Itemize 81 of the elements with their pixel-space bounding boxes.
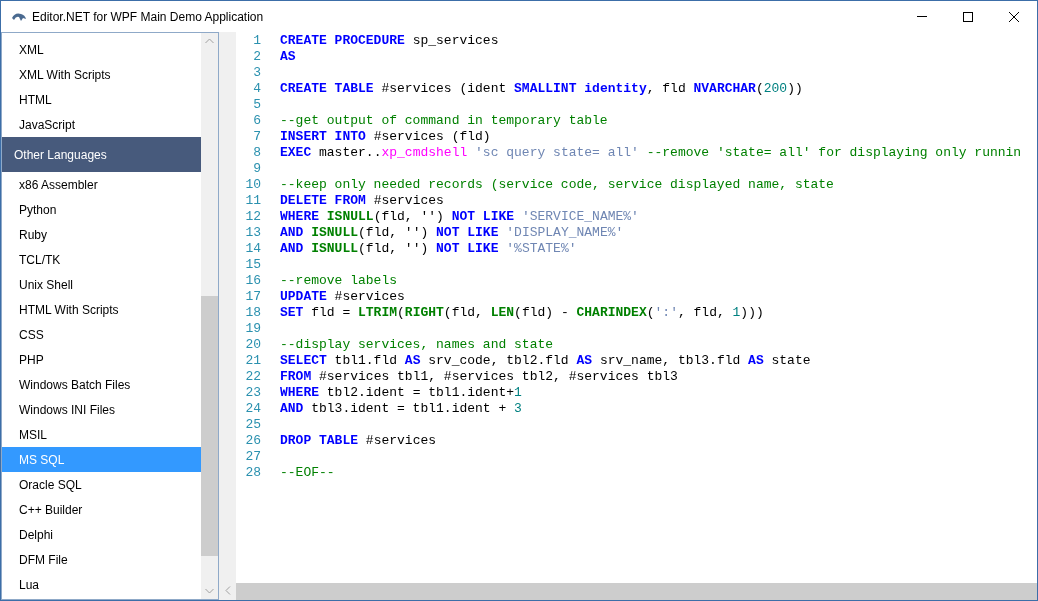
line-number: 27 [244,449,261,465]
code-line: CREATE TABLE #services (ident SMALLINT identity, fld NVARCHAR(200)) [280,81,803,97]
language-item[interactable]: HTML With Scripts [2,297,202,322]
line-number: 10 [244,177,261,193]
code-line: INSERT INTO #services (fld) [280,129,491,145]
line-number: 13 [244,225,261,241]
code-line: --remove labels [280,273,398,289]
line-number: 20 [244,337,261,353]
app-logo-icon [11,11,27,22]
line-number: 6 [252,113,261,129]
line-number: 9 [252,161,261,177]
code-line: SELECT tbl1.fld AS srv_code, tbl2.fld AS srv_name, tbl3.fld AS state [280,353,811,369]
line-number: 21 [244,353,261,369]
language-item[interactable]: C++ Builder [2,497,202,522]
line-number: 24 [244,401,261,417]
line-number: 15 [244,257,261,273]
line-number: 3 [252,65,261,81]
language-item[interactable]: XML [2,37,202,62]
language-item[interactable]: DFM File [2,547,202,572]
language-item[interactable]: XML With Scripts [2,62,202,87]
line-number: 19 [244,321,261,337]
line-number: 7 [252,129,261,145]
category-header[interactable]: Other Languages [2,137,202,172]
language-item[interactable]: Ruby [2,222,202,247]
code-line: --display services, names and state [280,337,554,353]
line-number: 28 [244,465,261,481]
code-line: WHERE tbl2.ident = tbl1.ident+1 [280,385,522,401]
scroll-up-icon [205,38,215,44]
code-line: FROM #services tbl1, #services tbl2, #services tbl3 [280,369,678,385]
code-line: --EOF-- [280,465,335,481]
language-item[interactable]: Windows Batch Files [2,372,202,397]
line-number: 5 [252,97,261,113]
language-item[interactable]: x86 Assembler [2,172,202,197]
language-item[interactable]: Windows INI Files [2,397,202,422]
horizontal-scrollbar[interactable] [236,583,1037,600]
line-number: 11 [244,193,261,209]
line-number: 25 [244,417,261,433]
line-number: 23 [244,385,261,401]
language-item[interactable]: PHP [2,347,202,372]
line-number: 1 [252,33,261,49]
scrollbar-thumb[interactable] [201,296,218,556]
line-number: 4 [252,81,261,97]
code-line: --get output of command in temporary table [280,113,608,129]
code-line: UPDATE #services [280,289,405,305]
language-item[interactable]: JavaScript [2,112,202,137]
line-number: 26 [244,433,261,449]
line-number: 18 [244,305,261,321]
minimize-icon [917,16,927,17]
code-line: EXEC master..xp_cmdshell 'sc query state= all' --remove 'state= all' for displaying only runnin [280,145,1022,161]
code-line: AND ISNULL(fld, '') NOT LIKE '%STATE%' [280,241,577,257]
line-number: 8 [252,145,261,161]
code-line: DELETE FROM #services [280,193,444,209]
code-line: DROP TABLE #services [280,433,437,449]
maximize-icon [963,11,973,22]
language-item[interactable]: CSS [2,322,202,347]
line-number: 22 [244,369,261,385]
line-number: 17 [244,289,261,305]
line-number: 16 [244,273,261,289]
code-line: --keep only needed records (service code, service displayed name, state [280,177,834,193]
window-title: Editor.NET for WPF Main Demo Application [32,8,264,26]
close-icon [1009,11,1019,22]
line-number: 2 [252,49,261,65]
scroll-down-icon [205,588,215,594]
language-item[interactable]: MSIL [2,422,202,447]
code-line: AND tbl3.ident = tbl1.ident + 3 [280,401,522,417]
language-item[interactable]: Python [2,197,202,222]
language-item[interactable]: Delphi [2,522,202,547]
code-line: CREATE PROCEDURE sp_services [280,33,499,49]
code-line: SET fld = LTRIM(RIGHT(fld, LEN(fld) - CHARINDEX(':', fld, 1))) [280,305,764,321]
code-line: AND ISNULL(fld, '') NOT LIKE 'DISPLAY_NAME%' [280,225,624,241]
code-line: AS [280,49,296,65]
language-item[interactable]: HTML [2,87,202,112]
line-number: 12 [244,209,261,225]
code-line: WHERE ISNULL(fld, '') NOT LIKE 'SERVICE_NAME%' [280,209,639,225]
language-item[interactable]: Oracle SQL [2,472,202,497]
language-item[interactable]: Lua [2,572,202,597]
language-item[interactable]: TCL/TK [2,247,202,272]
vertical-scrollbar[interactable] [201,33,218,599]
line-number: 14 [244,241,261,257]
language-item[interactable]: Unix Shell [2,272,202,297]
scroll-left-icon [224,586,231,595]
